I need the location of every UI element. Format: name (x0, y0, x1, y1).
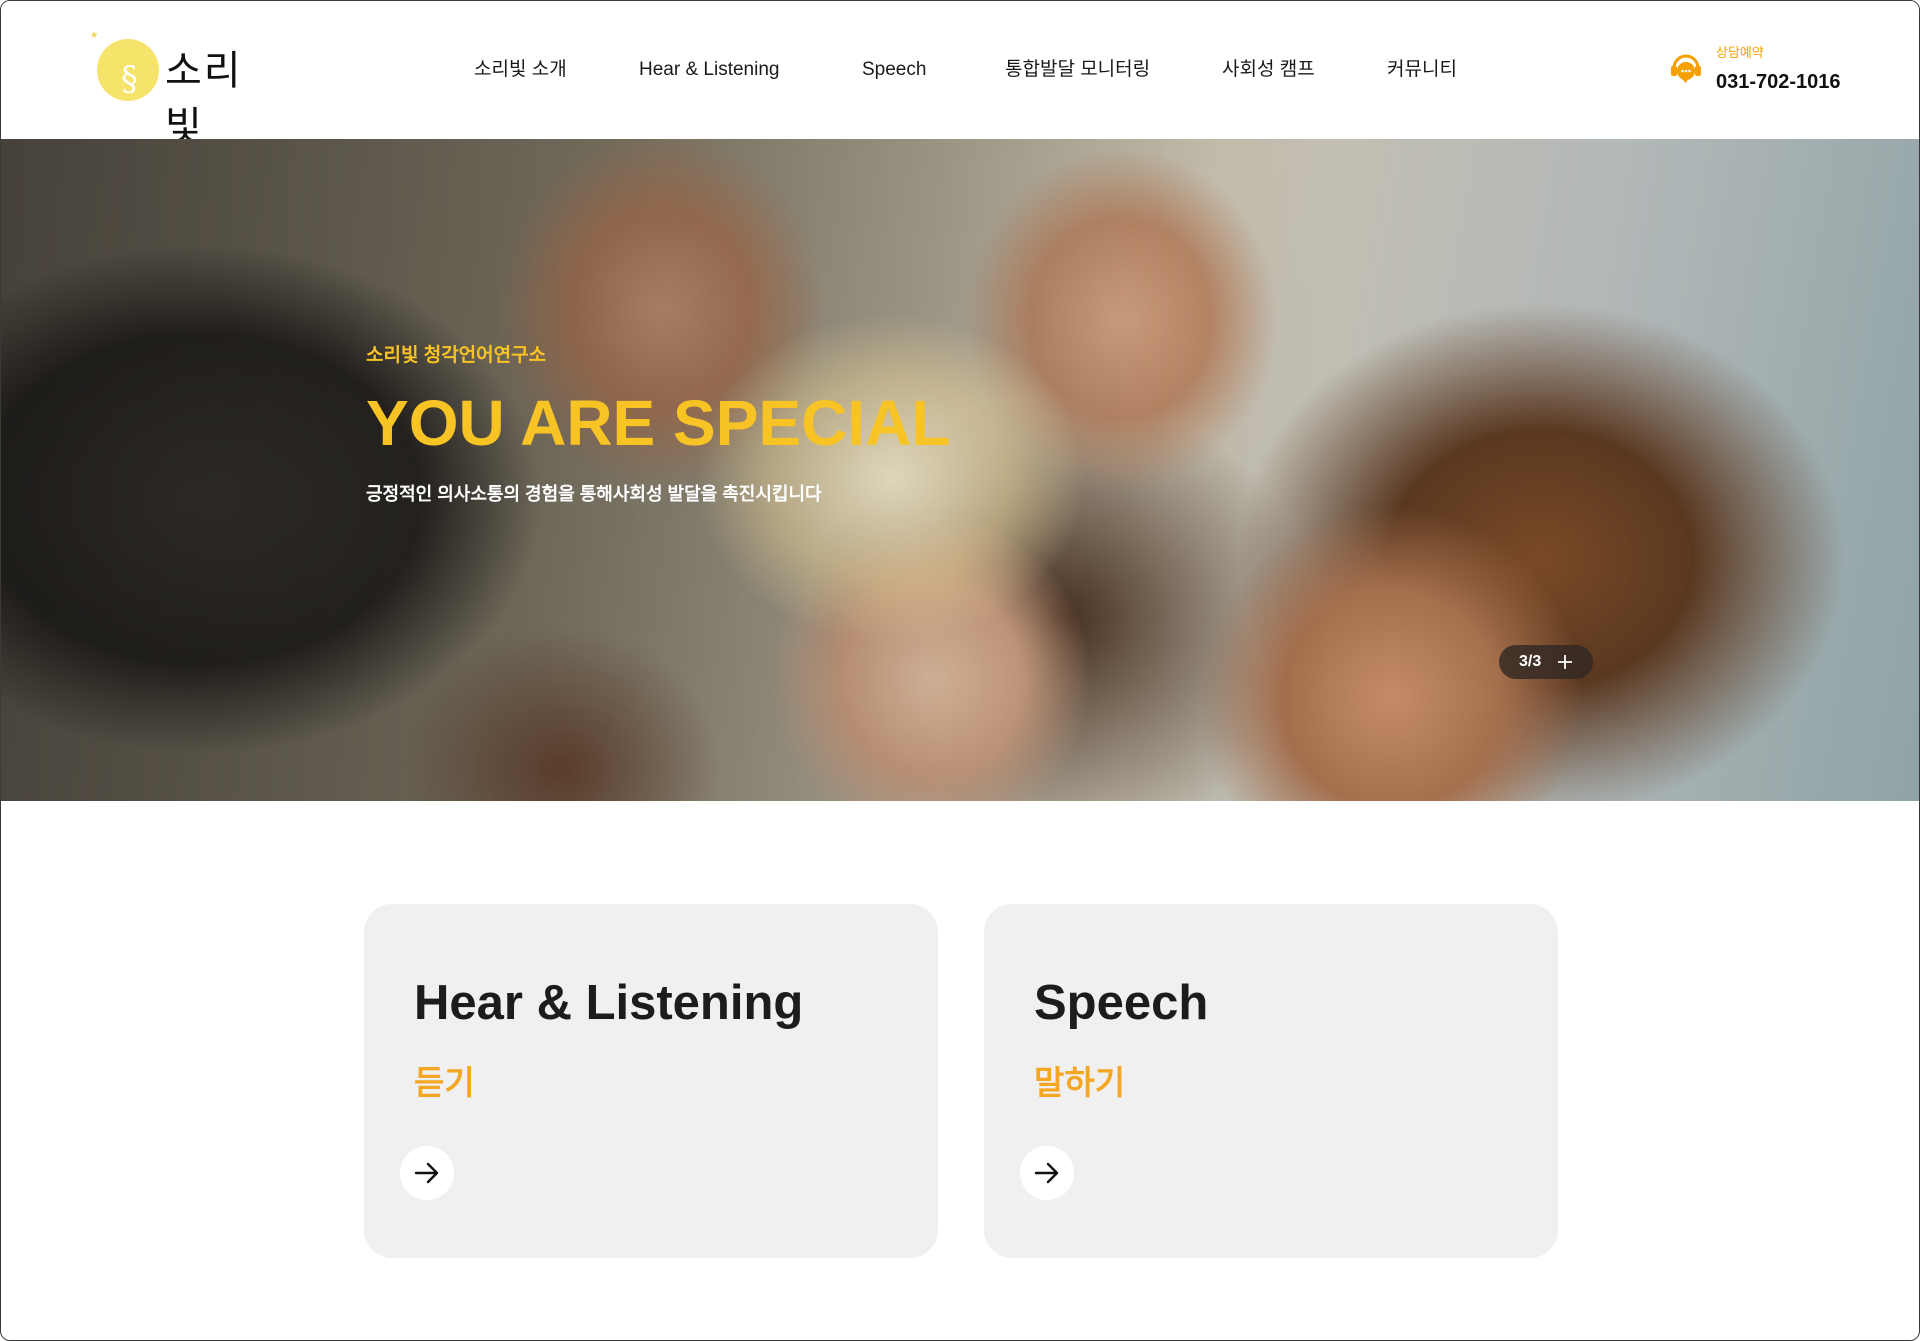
slide-count: 3/3 (1519, 653, 1542, 670)
slide-counter[interactable]: 3/3 (1499, 645, 1593, 679)
card-speech[interactable]: Speech 말하기 (984, 904, 1558, 1258)
nav-item-development-monitoring[interactable]: 통합발달 모니터링 (1005, 53, 1150, 87)
browser-frame: § * 소리빛 소리빛 소개 Hear & Listening Speech 통… (0, 0, 1920, 1341)
star-icon: * (91, 30, 98, 47)
headset-icon (1671, 54, 1701, 83)
card-hear-listening[interactable]: Hear & Listening 듣기 (364, 904, 938, 1258)
nav-item-social-camp[interactable]: 사회성 캠프 (1222, 53, 1315, 87)
contact-label: 상담예약 (1716, 45, 1764, 60)
arrow-right-icon (1034, 1162, 1059, 1184)
consultation-contact[interactable]: 상담예약 031-702-1016 (1669, 43, 1869, 99)
logo[interactable]: § * 소리빛 (89, 29, 269, 151)
card-subtitle: 말하기 (1034, 1064, 1126, 1101)
card-title: Speech (1034, 976, 1209, 1030)
card-subtitle: 듣기 (414, 1064, 475, 1101)
nav-item-about[interactable]: 소리빛 소개 (474, 53, 567, 87)
nav-item-community[interactable]: 커뮤니티 (1387, 53, 1457, 87)
hero-subtitle: 소리빛 청각언어연구소 (366, 345, 547, 366)
logo-sun-icon: § (97, 39, 159, 101)
hero-title: YOU ARE SPECIAL (366, 387, 951, 459)
site-header: § * 소리빛 소리빛 소개 Hear & Listening Speech 통… (1, 1, 1919, 151)
hero-banner: 소리빛 청각언어연구소 YOU ARE SPECIAL 긍정적인 의사소통의 경… (1, 139, 1919, 801)
contact-phone[interactable]: 031-702-1016 (1716, 69, 1841, 95)
nav-item-speech[interactable]: Speech (862, 53, 926, 87)
card-arrow-button[interactable] (400, 1146, 454, 1200)
plus-icon (1558, 655, 1572, 669)
arrow-right-icon (414, 1162, 439, 1184)
card-title: Hear & Listening (414, 976, 804, 1030)
hero-description: 긍정적인 의사소통의 경험을 통해사회성 발달을 촉진시킵니다 (366, 484, 822, 504)
card-arrow-button[interactable] (1020, 1146, 1074, 1200)
nav-item-hear-listening[interactable]: Hear & Listening (639, 53, 779, 87)
